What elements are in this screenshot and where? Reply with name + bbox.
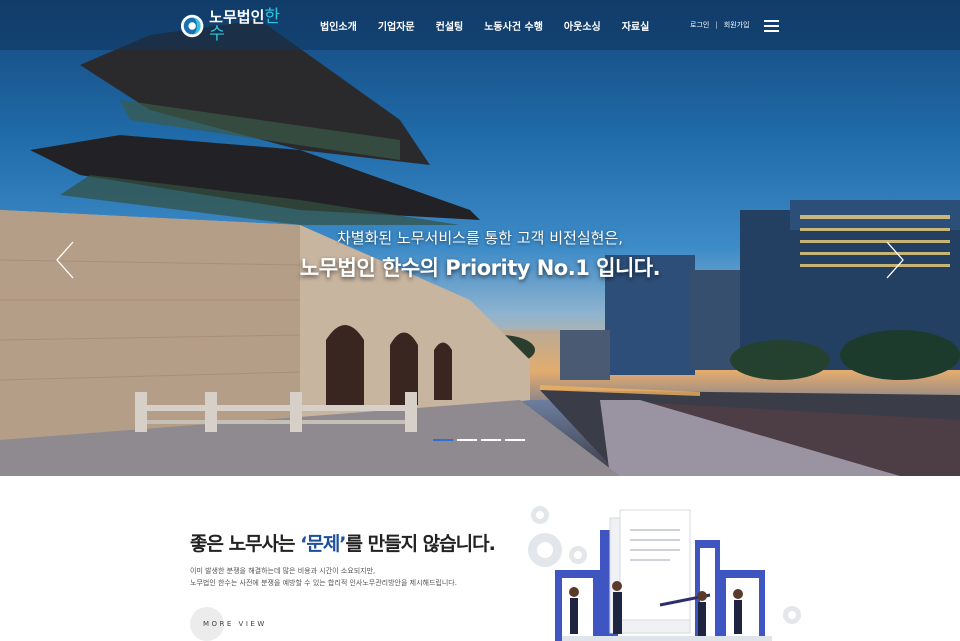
intro-title-highlight: ‘문제’ (300, 533, 346, 555)
util-separator: | (715, 21, 718, 29)
chevron-right-icon (886, 241, 904, 279)
logo-text: 노무법인한수 (209, 8, 290, 43)
intro-desc-line: 노무법인 한수는 사전에 분쟁을 예방할 수 있는 합리적 인사노무관리방안을 … (190, 579, 457, 587)
slider-pagination (433, 439, 529, 441)
intro-title-part: 를 만들지 않습니다. (345, 533, 496, 555)
signup-link[interactable]: 회원가입 (724, 20, 750, 30)
hamburger-menu-icon[interactable] (764, 20, 779, 32)
main-navigation: 법인소개 기업자문 컨설팅 노동사건 수행 아웃소싱 자료실 (320, 0, 670, 50)
slider-next-button[interactable] (885, 240, 905, 280)
slider-dot[interactable] (481, 439, 501, 441)
more-view-button[interactable]: MORE VIEW (190, 607, 280, 641)
nav-item-labor-cases[interactable]: 노동사건 수행 (484, 18, 543, 33)
hero-title: 노무법인 한수의 Priority No.1 입니다. (299, 256, 661, 280)
logo-name: 노무법인한수 (209, 8, 290, 43)
nav-item-advisory[interactable]: 기업자문 (378, 18, 415, 33)
logo-link[interactable]: 노무법인한수 (180, 8, 290, 43)
intro-desc-line: 이미 발생한 분쟁을 해결하는데 많은 비용과 시간이 소요되지만, (190, 567, 376, 575)
site-header: 노무법인한수 법인소개 기업자문 컨설팅 노동사건 수행 아웃소싱 자료실 로그… (0, 0, 960, 50)
login-link[interactable]: 로그인 (690, 20, 709, 30)
slider-dot[interactable] (433, 439, 453, 441)
utility-links: 로그인 | 회원가입 (690, 0, 749, 50)
slider-prev-button[interactable] (55, 240, 75, 280)
hero-slider: 차별화된 노무서비스를 통한 고객 비전실현은, 노무법인 한수의 Priori… (0, 0, 960, 476)
nav-item-resources[interactable]: 자료실 (622, 18, 650, 33)
more-view-label: MORE VIEW (203, 620, 267, 628)
chevron-left-icon (56, 241, 74, 279)
business-illustration (528, 506, 801, 641)
nav-item-about[interactable]: 법인소개 (320, 18, 357, 33)
logo-mark-icon (180, 14, 204, 38)
slider-dot[interactable] (505, 439, 525, 441)
intro-description: 이미 발생한 분쟁을 해결하는데 많은 비용과 시간이 소요되지만, 노무법인 … (190, 565, 457, 589)
intro-title: 좋은 노무사는 ‘문제’를 만들지 않습니다. (190, 529, 496, 556)
intro-title-part: 좋은 노무사는 (190, 533, 301, 555)
nav-item-outsourcing[interactable]: 아웃소싱 (564, 18, 601, 33)
nav-item-consulting[interactable]: 컨설팅 (436, 18, 464, 33)
hero-subtitle: 차별화된 노무서비스를 통한 고객 비전실현은, (336, 229, 624, 247)
slider-dot[interactable] (457, 439, 477, 441)
